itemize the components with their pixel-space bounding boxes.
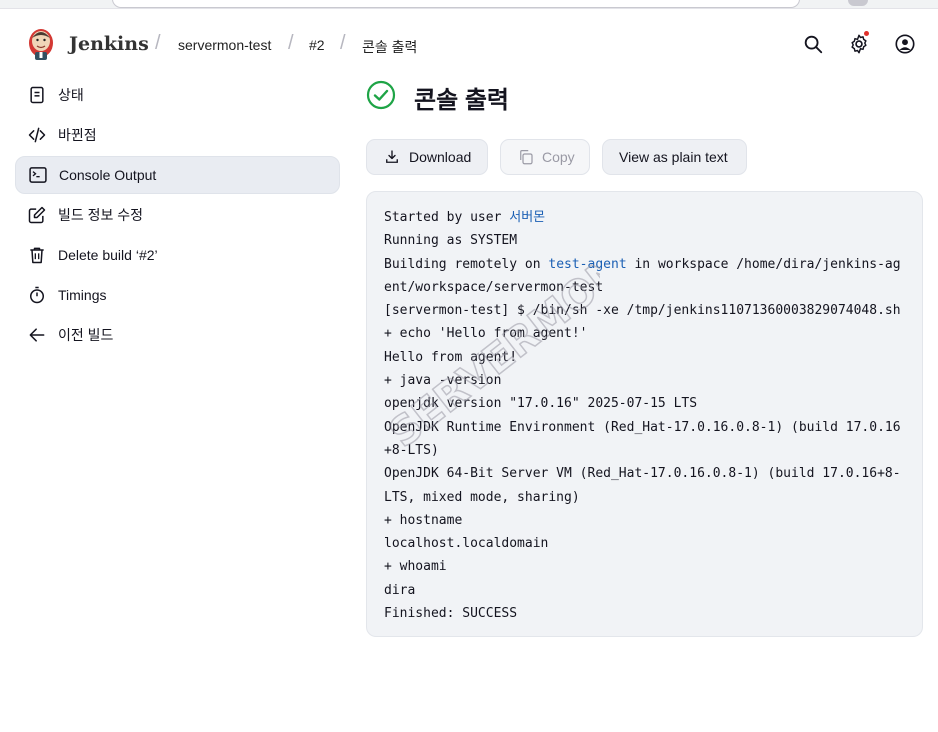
jenkins-logo-icon[interactable] — [26, 26, 56, 62]
console-line-text: + whoami — [384, 559, 447, 575]
console-line: + java -version — [384, 369, 904, 392]
console-line-text: Running as SYSTEM — [384, 233, 518, 249]
breadcrumb-build[interactable]: #2 — [309, 37, 325, 53]
search-icon[interactable] — [802, 33, 824, 55]
status-document-icon — [26, 84, 48, 106]
console-line-text: Building remotely on — [384, 256, 549, 272]
sidebar-item-label: 이전 빌드 — [58, 327, 114, 343]
console-line-text: Finished: SUCCESS — [384, 606, 518, 622]
console-line-text: + java -version — [384, 373, 502, 389]
console-line: [servermon-test] $ /bin/sh -xe /tmp/jenk… — [384, 299, 904, 322]
browser-profile-icon[interactable] — [848, 0, 868, 6]
sidebar-item-label: Timings — [58, 287, 107, 303]
console-line: Started by user 서버몬 — [384, 206, 904, 229]
copy-button-label: Copy — [542, 149, 575, 165]
success-check-icon — [366, 80, 396, 110]
terminal-icon — [27, 164, 49, 186]
console-line-text: localhost.localdomain — [384, 536, 549, 552]
view-plain-text-button[interactable]: View as plain text — [602, 139, 747, 175]
console-line: Running as SYSTEM — [384, 229, 904, 252]
top-header: Jenkins / servermon-test / #2 / 콘솔 출력 — [0, 20, 938, 68]
console-line: + whoami — [384, 555, 904, 578]
console-line: OpenJDK 64-Bit Server VM (Red_Hat-17.0.1… — [384, 462, 904, 509]
edit-icon — [26, 204, 48, 226]
sidebar-item-timings[interactable]: Timings — [15, 276, 340, 314]
brand-name[interactable]: Jenkins — [69, 33, 149, 55]
sidebar-item-label: Console Output — [59, 167, 157, 183]
sidebar-item-label: Delete build ‘#2’ — [58, 247, 158, 263]
sidebar-item-label: 빌드 정보 수정 — [58, 207, 144, 223]
sidebar-item-label: 상태 — [58, 87, 84, 103]
sidebar: 상태 바뀐점 Console Output 빌드 정보 수정 Delete bu… — [15, 76, 340, 356]
browser-chrome-strip — [0, 0, 938, 9]
arrow-left-icon — [26, 324, 48, 346]
console-line: OpenJDK Runtime Environment (Red_Hat-17.… — [384, 416, 904, 463]
console-line-text: openjdk version "17.0.16" 2025-07-15 LTS — [384, 396, 698, 412]
console-line: dira — [384, 579, 904, 602]
copy-button[interactable]: Copy — [500, 139, 590, 175]
console-line-text: OpenJDK 64-Bit Server VM (Red_Hat-17.0.1… — [384, 466, 901, 505]
trash-icon — [26, 244, 48, 266]
console-line: + hostname — [384, 509, 904, 532]
console-line-text: [servermon-test] $ /bin/sh -xe /tmp/jenk… — [384, 303, 901, 319]
breadcrumb-separator: / — [288, 32, 294, 54]
console-output-text: Started by user 서버몬 Running as SYSTEM Buil… — [384, 206, 904, 625]
code-changes-icon — [26, 124, 48, 146]
sidebar-item-previous-build[interactable]: 이전 빌드 — [15, 316, 340, 354]
console-line-text: + echo 'Hello from agent!' — [384, 326, 588, 342]
console-line: Finished: SUCCESS — [384, 602, 904, 625]
gear-icon[interactable] — [848, 31, 870, 55]
console-line: localhost.localdomain — [384, 532, 904, 555]
view-plain-text-label: View as plain text — [619, 149, 728, 165]
user-account-icon[interactable] — [894, 33, 916, 55]
sidebar-item-delete-build[interactable]: Delete build ‘#2’ — [15, 236, 340, 274]
breadcrumb-separator: / — [155, 32, 161, 54]
sidebar-item-label: 바뀐점 — [58, 127, 97, 143]
breadcrumb-job[interactable]: servermon-test — [178, 37, 271, 53]
copy-icon — [517, 148, 535, 166]
console-line-text: dira — [384, 582, 416, 598]
sidebar-item-status[interactable]: 상태 — [15, 76, 340, 114]
sidebar-item-console-output[interactable]: Console Output — [15, 156, 340, 194]
console-line: Hello from agent! — [384, 346, 904, 369]
console-link[interactable]: 서버몬 — [509, 210, 545, 225]
browser-address-bar[interactable] — [112, 0, 800, 8]
console-line-text: OpenJDK Runtime Environment (Red_Hat-17.… — [384, 419, 901, 458]
console-link[interactable]: test-agent — [548, 257, 626, 272]
console-line-text: + hostname — [384, 512, 463, 528]
page-title: 콘솔 출력 — [414, 87, 509, 114]
notification-dot-icon — [864, 31, 869, 36]
console-line: + echo 'Hello from agent!' — [384, 322, 904, 345]
download-button-label: Download — [409, 149, 472, 165]
sidebar-item-edit-build-info[interactable]: 빌드 정보 수정 — [15, 196, 340, 234]
breadcrumb-separator: / — [340, 32, 346, 54]
console-line: openjdk version "17.0.16" 2025-07-15 LTS — [384, 392, 904, 415]
console-line: Building remotely on test-agent in works… — [384, 253, 904, 300]
stopwatch-icon — [26, 284, 48, 306]
sidebar-item-changes[interactable]: 바뀐점 — [15, 116, 340, 154]
download-icon — [383, 148, 401, 166]
console-line-text: Started by user — [384, 210, 510, 225]
breadcrumb-console[interactable]: 콘솔 출력 — [362, 37, 417, 57]
console-output-panel: Started by user 서버몬 Running as SYSTEM Buil… — [366, 191, 923, 637]
console-line-text: Hello from agent! — [384, 349, 518, 365]
download-button[interactable]: Download — [366, 139, 488, 175]
